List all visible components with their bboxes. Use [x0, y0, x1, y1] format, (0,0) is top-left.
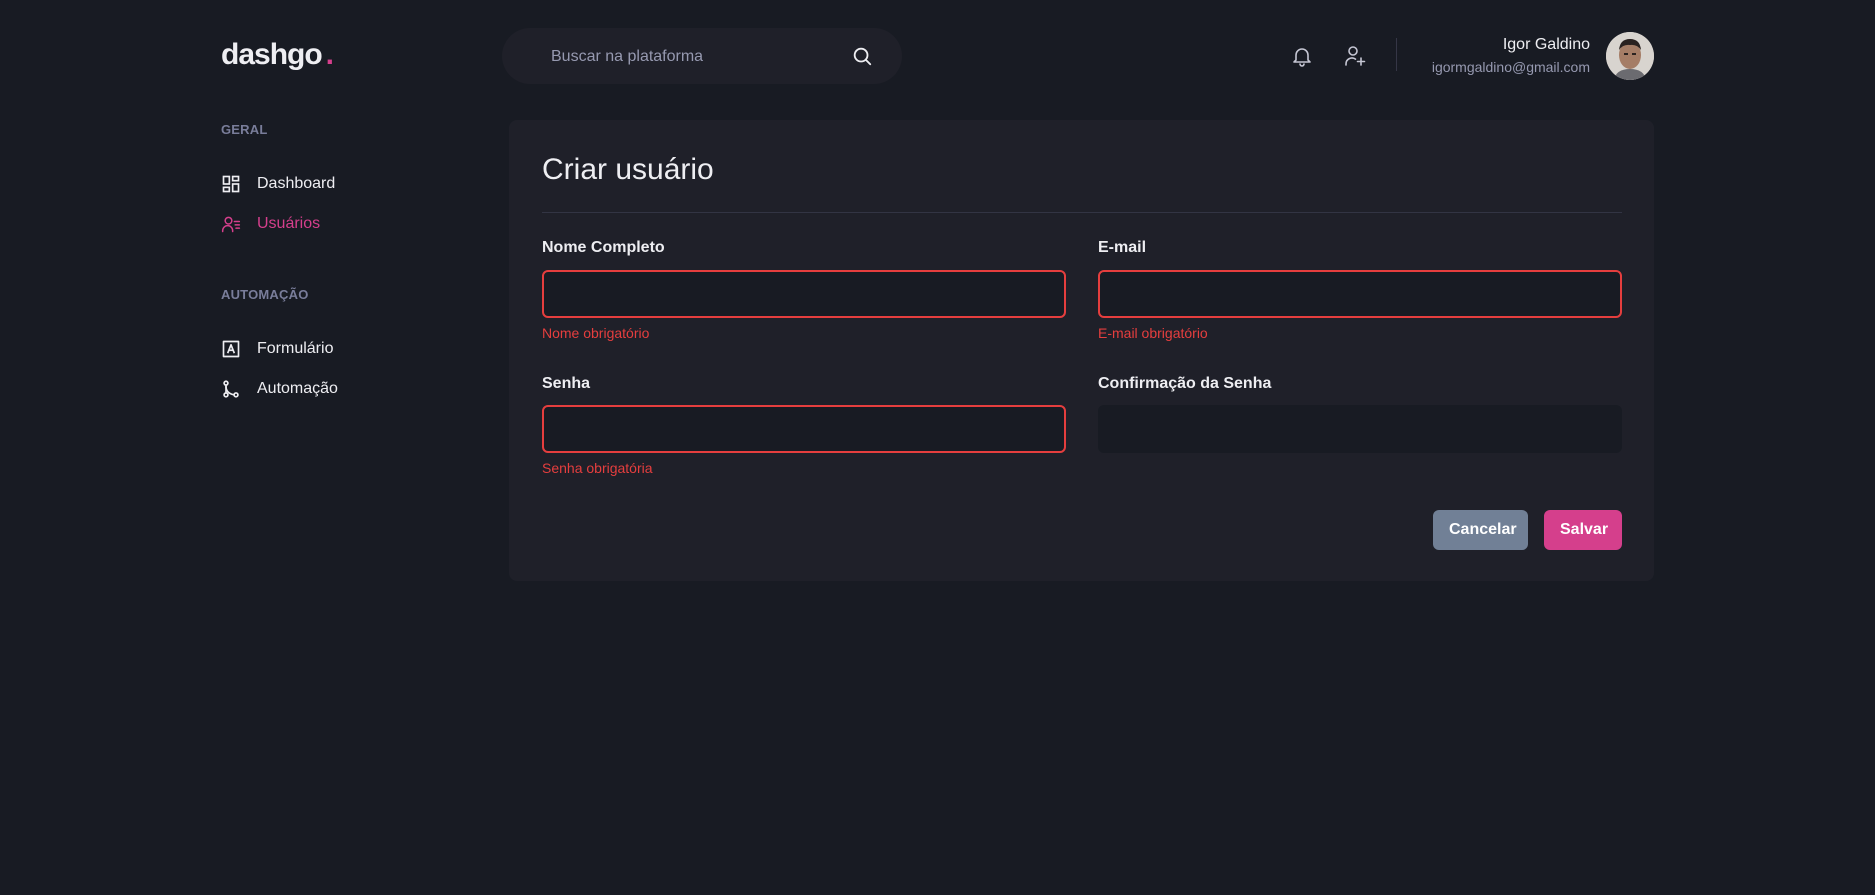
create-user-card: Criar usuário Nome Completo Nome obrigat… [509, 120, 1654, 581]
git-merge-icon [223, 380, 239, 398]
email-field[interactable] [1098, 270, 1622, 318]
user-plus-icon[interactable] [1343, 44, 1367, 68]
bell-icon[interactable] [1290, 44, 1314, 68]
password-confirmation-field[interactable] [1098, 405, 1622, 453]
password-field[interactable] [542, 405, 1066, 453]
title-divider [542, 212, 1622, 213]
user-email: igormgaldino@gmail.com [1431, 59, 1590, 75]
nav-section-automacao: AUTOMAÇÃO [221, 287, 309, 302]
app-logo[interactable]: dashgo. [221, 38, 334, 72]
dashboard-icon [222, 175, 240, 193]
nav-section-geral: GERAL [221, 122, 268, 137]
cancel-button[interactable]: Cancelar [1433, 510, 1528, 550]
avatar[interactable] [1606, 32, 1654, 80]
header-divider [1396, 38, 1397, 71]
avatar-image [1606, 32, 1654, 80]
sidebar-item-automacao[interactable]: Automação [221, 376, 338, 402]
name-field[interactable] [542, 270, 1066, 318]
save-button[interactable]: Salvar [1544, 510, 1622, 550]
email-label: E-mail [1098, 239, 1147, 256]
logo-text: dashgo [221, 38, 323, 71]
name-error: Nome obrigatório [542, 325, 650, 341]
sidebar-item-usuarios[interactable]: Usuários [221, 211, 320, 237]
search-input[interactable] [549, 28, 843, 86]
sidebar-item-dashboard[interactable]: Dashboard [221, 171, 335, 197]
sidebar-item-label: Usuários [257, 215, 321, 232]
sidebar-item-label: Automação [257, 380, 338, 397]
logo-dot: . [325, 38, 334, 71]
form-icon [222, 340, 240, 358]
sidebar-item-label: Formulário [257, 340, 334, 357]
search-icon[interactable] [851, 45, 873, 67]
user-name: Igor Galdino [1502, 36, 1590, 53]
email-error: E-mail obrigatório [1098, 325, 1208, 341]
name-label: Nome Completo [542, 239, 665, 256]
sidebar-item-formulario[interactable]: Formulário [221, 336, 333, 362]
sidebar-item-label: Dashboard [257, 175, 336, 192]
page-title: Criar usuário [542, 153, 714, 186]
password-error: Senha obrigatória [542, 460, 653, 476]
search-bar[interactable] [502, 28, 902, 86]
password-confirmation-label: Confirmação da Senha [1098, 375, 1272, 392]
users-icon [221, 216, 241, 233]
password-label: Senha [542, 375, 591, 392]
